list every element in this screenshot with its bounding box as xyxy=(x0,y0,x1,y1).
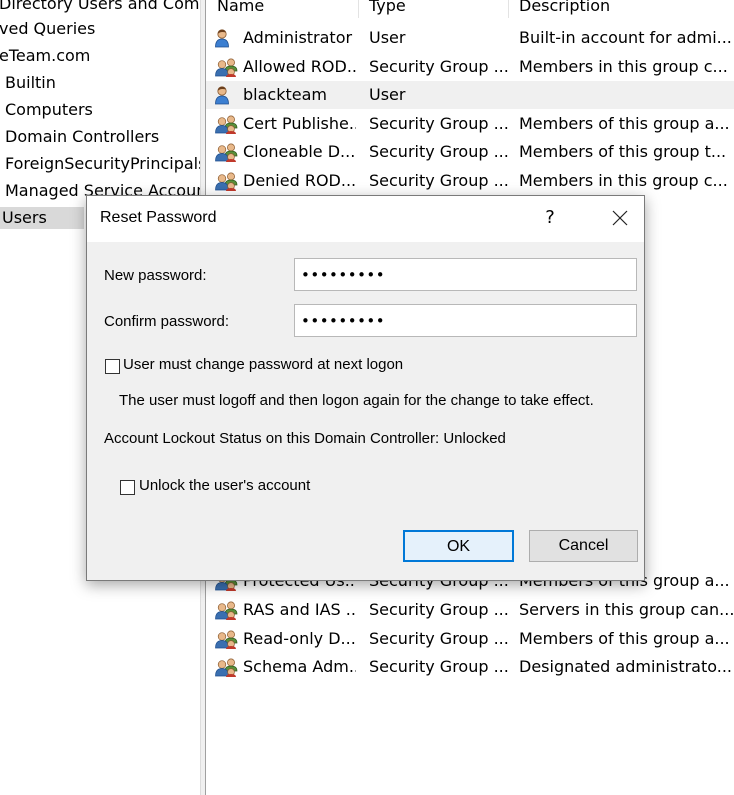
row-name: Cloneable D... xyxy=(243,142,356,162)
tree-node-builtin[interactable]: Builtin xyxy=(3,72,58,94)
group-icon xyxy=(214,596,238,624)
row-type: Security Group ... xyxy=(369,171,509,190)
row-name: Denied ROD... xyxy=(243,171,356,190)
dialog-title: Reset Password xyxy=(100,209,217,226)
dialog-title-bar[interactable]: Reset Password ? xyxy=(87,196,644,242)
lockout-status-text: Account Lockout Status on this Domain Co… xyxy=(104,430,506,447)
row-description: Designated administrato... xyxy=(519,657,733,677)
row-name: blackteam xyxy=(243,85,327,105)
group-icon xyxy=(214,167,238,195)
close-button[interactable] xyxy=(603,204,637,232)
help-button[interactable]: ? xyxy=(540,206,560,230)
row-type: Security Group ... xyxy=(369,657,509,677)
unlock-account-label[interactable]: Unlock the user's account xyxy=(139,477,310,494)
unlock-account-checkbox[interactable] xyxy=(120,480,135,495)
group-icon xyxy=(214,138,238,166)
list-row[interactable]: Administrator User Built-in account for ad… xyxy=(206,24,734,52)
group-icon xyxy=(214,53,238,81)
row-type: Security Group ... xyxy=(369,56,509,76)
row-description xyxy=(519,81,734,109)
list-row[interactable]: Denied ROD... Security Group ... Members i… xyxy=(206,167,734,195)
column-header-type[interactable]: Type xyxy=(369,0,509,18)
tree-node-users[interactable]: Users xyxy=(0,207,84,229)
logoff-note: The user must logoff and then logon agai… xyxy=(119,392,594,409)
row-type: User xyxy=(369,28,406,47)
row-description: Members of this group a... xyxy=(519,628,730,648)
row-name: RAS and IAS ... xyxy=(243,600,356,619)
confirm-password-value: ••••••••• xyxy=(301,312,386,330)
row-description: Members in this group c... xyxy=(519,171,728,190)
row-type: Security Group ... xyxy=(369,142,509,162)
reset-password-dialog: Reset Password ? New password: •••••••••… xyxy=(86,195,645,581)
close-icon xyxy=(612,210,628,226)
tree-node-domain[interactable]: eTeam.com xyxy=(0,45,92,67)
row-description: Built-in account for admi... xyxy=(519,28,732,47)
row-name: Schema Adm... xyxy=(243,657,356,677)
cancel-button[interactable]: Cancel xyxy=(529,530,638,562)
row-description: Servers in this group can... xyxy=(519,600,734,619)
group-icon xyxy=(214,110,238,138)
list-row[interactable]: Cert Publishe... Security Group ... Member… xyxy=(206,110,734,138)
confirm-password-field[interactable]: ••••••••• xyxy=(294,304,637,337)
row-description: Members of this group a... xyxy=(519,113,730,133)
row-description: Members in this group c... xyxy=(519,56,728,76)
row-name: Administrator xyxy=(243,28,353,47)
list-row[interactable]: Schema Adm... Security Group ... Designate… xyxy=(206,653,734,681)
row-description: Members of this group t... xyxy=(519,142,727,162)
new-password-field[interactable]: ••••••••• xyxy=(294,258,637,291)
tree-node-domain-controllers[interactable]: Domain Controllers xyxy=(3,126,161,148)
tree-node-root[interactable]: Directory Users and Computers xyxy=(0,0,200,15)
list-row[interactable]: Read-only D... Security Group ... Members … xyxy=(206,625,734,653)
row-name: Read-only D... xyxy=(243,628,356,648)
list-row[interactable]: blackteam User xyxy=(206,81,734,110)
list-row[interactable]: RAS and IAS ... Security Group ... Servers… xyxy=(206,596,734,624)
row-type: Security Group ... xyxy=(369,600,509,619)
tree-node-foreign-security-principals[interactable]: ForeignSecurityPrincipals xyxy=(3,153,200,175)
group-icon xyxy=(214,653,238,681)
row-type: Security Group ... xyxy=(369,628,509,648)
group-icon xyxy=(214,625,238,653)
tree-node-saved-queries[interactable]: ved Queries xyxy=(0,18,97,40)
column-header-name[interactable]: Name xyxy=(217,0,359,18)
confirm-password-label: Confirm password: xyxy=(104,313,230,330)
row-name: Allowed ROD... xyxy=(243,56,356,76)
must-change-password-checkbox[interactable] xyxy=(105,359,120,374)
row-type: User xyxy=(369,85,406,105)
ok-button[interactable]: OK xyxy=(403,530,514,562)
new-password-label: New password: xyxy=(104,267,207,284)
new-password-value: ••••••••• xyxy=(301,266,386,284)
column-header-description[interactable]: Description xyxy=(519,0,719,18)
list-row[interactable]: Cloneable D... Security Group ... Members … xyxy=(206,138,734,166)
user-icon xyxy=(214,24,238,52)
row-name: Cert Publishe... xyxy=(243,113,356,133)
list-row[interactable]: Allowed ROD... Security Group ... Members … xyxy=(206,53,734,81)
user-icon xyxy=(214,81,238,109)
row-type: Security Group ... xyxy=(369,113,509,133)
must-change-password-label[interactable]: User must change password at next logon xyxy=(123,356,403,373)
tree-node-computers[interactable]: Computers xyxy=(3,99,95,121)
